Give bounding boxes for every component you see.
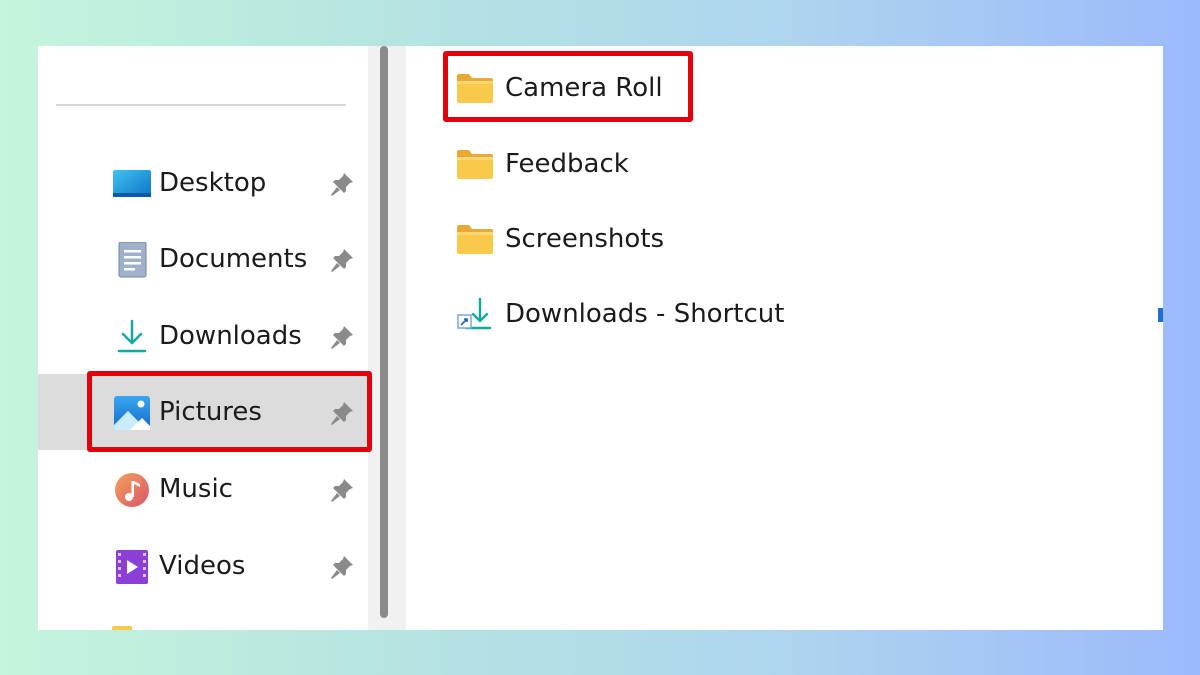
documents-icon: [112, 241, 152, 278]
pin-icon[interactable]: [329, 554, 355, 580]
sidebar-item-label: Pictures: [159, 397, 262, 427]
list-item-label: Feedback: [505, 149, 629, 179]
sidebar-item-label: Documents: [159, 244, 308, 274]
pin-icon[interactable]: [329, 400, 355, 426]
list-item-camera-roll[interactable]: Camera Roll: [406, 51, 1163, 126]
sidebar-item-label: Videos: [159, 551, 246, 581]
sidebar-item-label: Music: [159, 474, 233, 504]
list-item-downloads-shortcut[interactable]: Downloads - Shortcut: [406, 277, 1163, 352]
pictures-icon: [112, 395, 152, 431]
folder-icon: [456, 147, 494, 181]
sidebar-item-downloads[interactable]: Downloads: [38, 298, 368, 374]
music-icon: [112, 472, 152, 508]
pin-icon[interactable]: [329, 171, 355, 197]
sidebar-item-music[interactable]: Music: [38, 451, 368, 527]
navigation-pane: Desktop Documents Downloads Pictures Mus…: [38, 46, 368, 630]
sidebar-item-documents[interactable]: Documents: [38, 221, 368, 297]
shortcut-download-icon: [456, 297, 494, 331]
folder-icon: [112, 626, 132, 630]
pin-icon[interactable]: [329, 247, 355, 273]
content-pane: Camera Roll Feedback Screenshots Downloa…: [406, 46, 1163, 630]
scrollbar-thumb[interactable]: [380, 46, 388, 618]
sidebar-item-desktop[interactable]: Desktop: [38, 145, 368, 221]
videos-icon: [112, 549, 152, 585]
desktop-icon: [112, 166, 152, 202]
nav-divider: [56, 104, 346, 106]
folder-icon: [456, 222, 494, 256]
download-icon: [112, 319, 152, 355]
sidebar-item-pictures[interactable]: Pictures: [38, 374, 368, 450]
list-item-screenshots[interactable]: Screenshots: [406, 202, 1163, 277]
list-item-label: Camera Roll: [505, 73, 663, 103]
partial-icon: [1158, 308, 1163, 322]
pin-icon[interactable]: [329, 324, 355, 350]
list-item-label: Downloads - Shortcut: [505, 299, 785, 329]
list-item-feedback[interactable]: Feedback: [406, 127, 1163, 202]
pin-icon[interactable]: [329, 477, 355, 503]
sidebar-item-videos[interactable]: Videos: [38, 528, 368, 604]
list-item-label: Screenshots: [505, 224, 665, 254]
folder-icon: [456, 71, 494, 105]
sidebar-item-label: Downloads: [159, 321, 302, 351]
sidebar-item-label: Desktop: [159, 168, 267, 198]
file-explorer-window: Desktop Documents Downloads Pictures Mus…: [38, 46, 1163, 630]
